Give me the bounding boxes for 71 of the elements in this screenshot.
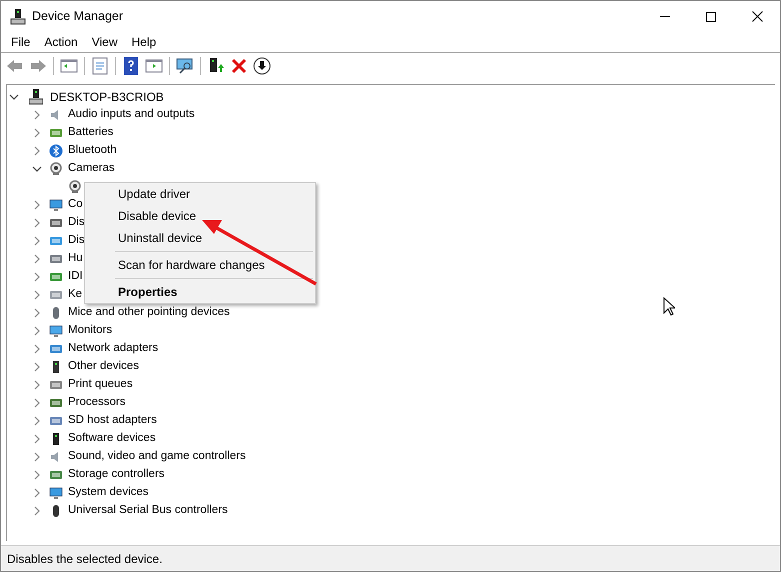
webcam-icon (68, 180, 82, 194)
tree-item[interactable]: Network adapters (68, 340, 158, 358)
bluetooth-icon (49, 144, 63, 158)
expand-chevron-icon[interactable] (32, 398, 42, 408)
tree-item[interactable]: SD host adapters (68, 412, 157, 430)
scan-monitor-icon[interactable] (175, 56, 195, 76)
expand-chevron-icon[interactable] (32, 146, 42, 156)
collapse-chevron-icon[interactable] (9, 92, 19, 102)
tree-item[interactable]: Co (68, 196, 83, 214)
expand-chevron-icon[interactable] (32, 380, 42, 390)
menu-item[interactable]: View (86, 33, 124, 51)
tree-item[interactable]: Audio inputs and outputs (68, 106, 195, 124)
menu-item[interactable]: Disable device (85, 205, 315, 227)
expand-chevron-icon[interactable] (32, 362, 42, 372)
properties-icon[interactable] (90, 56, 110, 76)
expand-chevron-icon[interactable] (32, 128, 42, 138)
tree-item[interactable]: Processors (68, 394, 126, 412)
menu-item[interactable]: Properties (85, 281, 315, 303)
help-icon[interactable] (121, 56, 141, 76)
monitor-icon (49, 324, 63, 338)
tree-item[interactable]: Other devices (68, 358, 139, 376)
menu-item[interactable]: Action (38, 33, 84, 51)
tree-item[interactable]: Cameras (68, 160, 115, 178)
computer-icon (49, 486, 63, 500)
expand-chevron-icon[interactable] (32, 434, 42, 444)
tree-item[interactable]: IDI (68, 268, 83, 286)
menu-item[interactable]: File (5, 33, 36, 51)
tree-item[interactable]: Dis (68, 214, 85, 232)
tree-item[interactable]: Bluetooth (68, 142, 117, 160)
tree-item[interactable]: Hu (68, 250, 83, 268)
expand-chevron-icon[interactable] (32, 506, 42, 516)
tree-item[interactable]: DESKTOP-B3CRIOB (50, 88, 164, 106)
webcam-icon (49, 162, 63, 176)
expand-chevron-icon[interactable] (32, 416, 42, 426)
collapse-chevron-icon[interactable] (32, 164, 42, 174)
expand-chevron-icon[interactable] (32, 470, 42, 480)
tree-item[interactable]: Mice and other pointing devices (68, 304, 230, 322)
expand-chevron-icon[interactable] (32, 272, 42, 282)
expand-chevron-icon[interactable] (32, 452, 42, 462)
tree-item[interactable]: Universal Serial Bus controllers (68, 502, 228, 520)
menu-item[interactable]: Uninstall device (85, 227, 315, 249)
tree-item[interactable]: System devices (68, 484, 149, 502)
tree-item[interactable]: Storage controllers (68, 466, 165, 484)
tree-item[interactable]: Monitors (68, 322, 112, 340)
expand-chevron-icon[interactable] (32, 110, 42, 120)
expand-chevron-icon[interactable] (32, 218, 42, 228)
expand-chevron-icon[interactable] (32, 488, 42, 498)
menu-item[interactable]: Scan for hardware changes (85, 254, 315, 276)
expand-chevron-icon[interactable] (32, 200, 42, 210)
expand-chevron-icon[interactable] (32, 254, 42, 264)
computer-tower-icon (29, 89, 43, 105)
tree-item[interactable]: Dis (68, 232, 85, 250)
window-title: Device Manager (32, 8, 124, 26)
disable-icon[interactable] (252, 56, 272, 76)
status-text: Disables the selected device. (7, 550, 162, 568)
tree-item[interactable]: Print queues (68, 376, 133, 394)
tree-item[interactable]: Sound, video and game controllers (68, 448, 246, 466)
monitor-icon (49, 198, 63, 212)
expand-chevron-icon[interactable] (32, 308, 42, 318)
tree-item[interactable]: Batteries (68, 124, 114, 142)
expand-chevron-icon[interactable] (32, 344, 42, 354)
expand-chevron-icon[interactable] (32, 326, 42, 336)
computer-tower-icon (10, 8, 26, 24)
expand-chevron-icon[interactable] (32, 290, 42, 300)
close-icon (752, 11, 762, 22)
menu-item[interactable]: Update driver (85, 183, 315, 205)
cursor-icon (663, 297, 675, 316)
menu-item[interactable]: Help (126, 33, 162, 51)
tree-item[interactable]: Software devices (68, 430, 156, 448)
expand-chevron-icon[interactable] (32, 236, 42, 246)
tree-item[interactable]: Ke (68, 286, 82, 304)
